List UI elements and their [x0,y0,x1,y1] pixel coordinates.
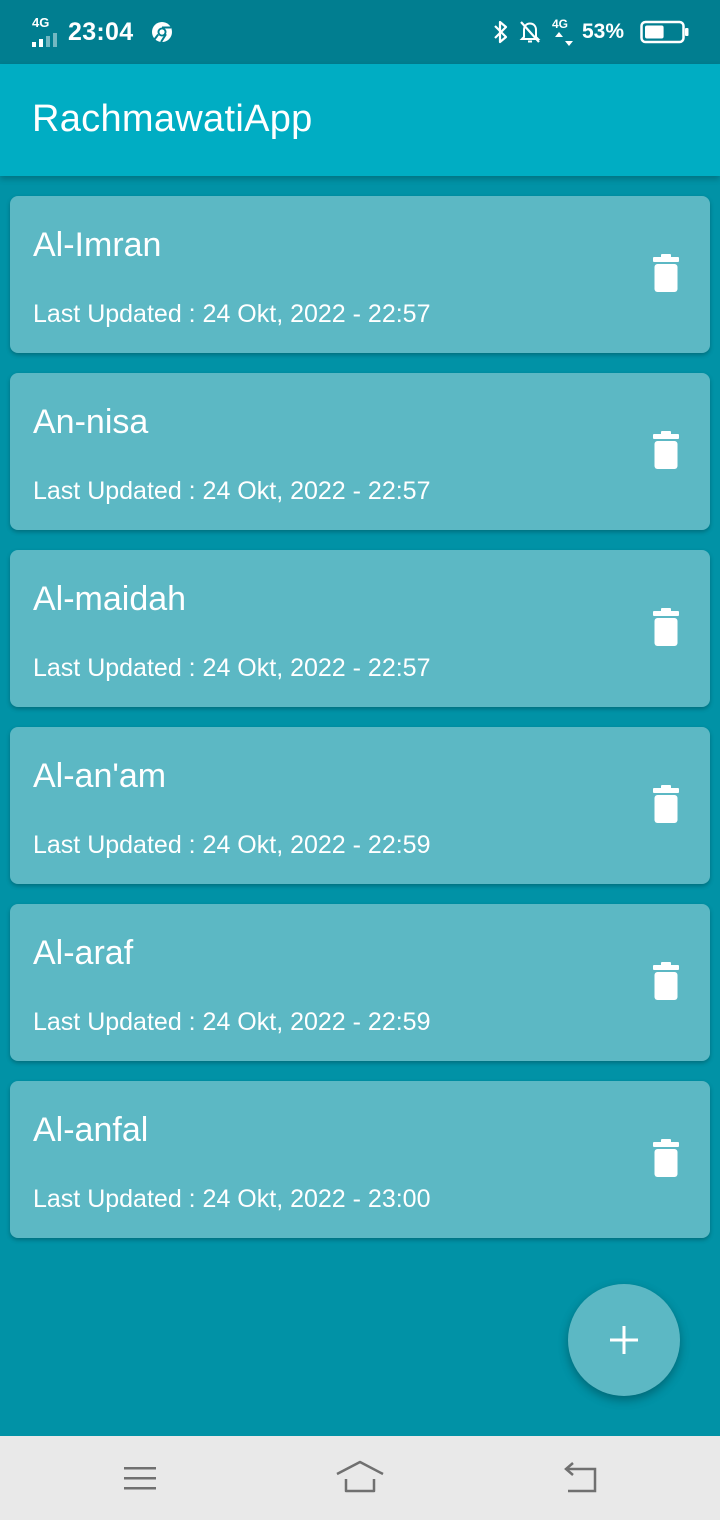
note-title: An-nisa [33,403,149,441]
status-bar-right: 4G 53% [484,0,690,64]
trash-icon[interactable] [652,254,680,292]
back-icon[interactable] [555,1460,605,1496]
note-card[interactable]: Al-anfal Last Updated : 24 Okt, 2022 - 2… [10,1081,710,1238]
app-bar: RachmawatiApp [0,64,720,176]
note-card[interactable]: Al-maidah Last Updated : 24 Okt, 2022 - … [10,550,710,707]
note-card[interactable]: An-nisa Last Updated : 24 Okt, 2022 - 22… [10,373,710,530]
note-last-updated: Last Updated : 24 Okt, 2022 - 22:59 [33,1008,431,1036]
battery-percent: 53% [581,20,624,43]
home-icon[interactable] [335,1460,385,1496]
note-title: Al-araf [33,934,134,972]
signal-icon: 4G [30,15,62,47]
note-title: Al-maidah [33,580,187,618]
trash-icon[interactable] [652,431,680,469]
trash-icon[interactable] [652,785,680,823]
add-note-button[interactable] [568,1284,680,1396]
note-title: Al-anfal [33,1111,149,1149]
system-nav-bar [0,1436,720,1520]
bluetooth-icon [492,19,510,45]
status-bar: 4G 23:04 4G 53% [0,0,720,64]
note-card[interactable]: Al-araf Last Updated : 24 Okt, 2022 - 22… [10,904,710,1061]
note-list: Al-Imran Last Updated : 24 Okt, 2022 - 2… [10,196,710,1258]
note-last-updated: Last Updated : 24 Okt, 2022 - 22:59 [33,831,431,859]
muted-bell-icon [518,19,542,45]
status-time: 23:04 [68,17,134,46]
menu-icon[interactable] [115,1460,165,1496]
note-last-updated: Last Updated : 24 Okt, 2022 - 22:57 [33,300,431,328]
network-type-label: 4G [32,15,50,30]
trash-icon[interactable] [652,1139,680,1177]
network-type-label-right: 4G [551,17,568,31]
plus-icon [608,1324,640,1356]
status-bar-left: 4G 23:04 [30,0,173,64]
trash-icon[interactable] [652,608,680,646]
trash-icon[interactable] [652,962,680,1000]
note-title: Al-Imran [33,226,162,264]
note-last-updated: Last Updated : 24 Okt, 2022 - 23:00 [33,1185,431,1213]
note-last-updated: Last Updated : 24 Okt, 2022 - 22:57 [33,654,431,682]
chrome-icon [151,21,173,43]
app-title: RachmawatiApp [32,98,313,140]
mobile-data-icon: 4G [552,17,576,47]
note-card[interactable]: Al-Imran Last Updated : 24 Okt, 2022 - 2… [10,196,710,353]
note-last-updated: Last Updated : 24 Okt, 2022 - 22:57 [33,477,431,505]
note-title: Al-an'am [33,757,167,795]
battery-icon [640,20,690,44]
note-card[interactable]: Al-an'am Last Updated : 24 Okt, 2022 - 2… [10,727,710,884]
